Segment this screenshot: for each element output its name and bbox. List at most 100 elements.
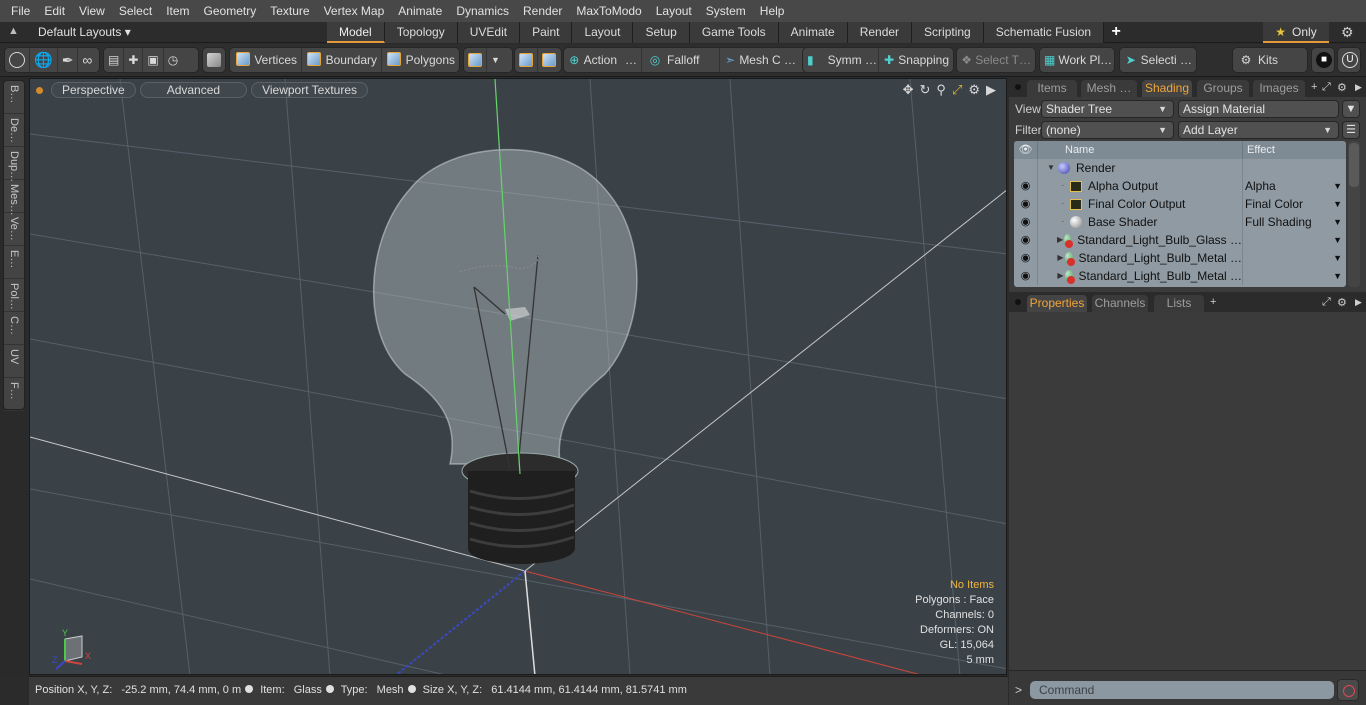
menu-item[interactable]: Item <box>159 0 196 22</box>
left-tool-tab[interactable]: Pol… <box>4 279 24 312</box>
visibility-eye-icon[interactable] <box>1014 159 1038 177</box>
shader-tree-row[interactable]: ◉ · Base Shader Full Shading ▼ <box>1014 213 1346 231</box>
add-layout-tab-button[interactable]: + <box>1104 22 1128 43</box>
effect-dropdown[interactable]: ▼ <box>1243 231 1346 249</box>
viewport-gear-icon[interactable]: ⚙ <box>968 82 980 98</box>
action-center-button[interactable]: ⊕ Action… <box>564 48 642 72</box>
menu-vertex-map[interactable]: Vertex Map <box>317 0 392 22</box>
effect-column-header[interactable]: Effect <box>1243 141 1275 159</box>
pan-icon[interactable]: ✥ <box>903 82 914 98</box>
left-tool-tab[interactable]: Ve… <box>4 213 24 246</box>
boundary-button[interactable]: Boundary <box>302 48 382 72</box>
shader-tree-row[interactable]: ◉ ▶ Standard_Light_Bulb_Metal … ▼ <box>1014 267 1346 285</box>
pen-button[interactable]: ✒ <box>58 48 79 72</box>
menu-select[interactable]: Select <box>112 0 159 22</box>
gear-icon[interactable]: ⚙ <box>1341 24 1354 41</box>
expand-icon[interactable]: ▶ <box>1056 249 1065 267</box>
layout-tab-model[interactable]: Model <box>327 22 385 43</box>
shader-tree-row[interactable]: ◉ · Final Color Output Final Color ▼ <box>1014 195 1346 213</box>
filter-funnel-button[interactable]: ▼ <box>1342 99 1360 118</box>
panel-gear-icon[interactable]: ⚙ <box>1337 81 1347 94</box>
visibility-eye-icon[interactable]: ◉ <box>1014 267 1038 285</box>
vertices-button[interactable]: Vertices <box>230 48 302 72</box>
local-transform-button[interactable] <box>538 48 560 72</box>
circle-select-button[interactable] <box>5 48 30 72</box>
effect-dropdown[interactable]: Full Shading ▼ <box>1243 213 1346 231</box>
unreal-button[interactable]: U <box>1338 48 1362 72</box>
left-tool-tab[interactable]: Mes… <box>4 180 24 216</box>
shader-tree-row[interactable]: ◉ · Alpha Output Alpha ▼ <box>1014 177 1346 195</box>
menu-animate[interactable]: Animate <box>391 0 449 22</box>
add-tab-icon[interactable]: + <box>1311 81 1317 93</box>
list-options-button[interactable]: ☰ <box>1342 120 1360 139</box>
effect-dropdown[interactable]: Final Color ▼ <box>1243 195 1346 213</box>
viewport-options-dot[interactable] <box>36 86 43 94</box>
panel-expand-icon[interactable]: ▶ <box>1355 297 1362 308</box>
expand-icon[interactable]: ▶ <box>1056 231 1064 249</box>
menu-dynamics[interactable]: Dynamics <box>449 0 516 22</box>
visibility-eye-icon[interactable]: ◉ <box>1014 249 1038 267</box>
layout-tab-topology[interactable]: Topology <box>384 22 458 43</box>
menu-system[interactable]: System <box>699 0 753 22</box>
effect-dropdown[interactable]: ▼ <box>1243 249 1346 267</box>
work-plane-button[interactable]: ▦ Work Pl… <box>1040 48 1114 72</box>
view-mode-button[interactable]: Perspective <box>51 82 136 98</box>
menu-geometry[interactable]: Geometry <box>197 0 264 22</box>
snapping-button[interactable]: ✚ Snapping <box>879 48 953 72</box>
effect-dropdown[interactable]: ▼ <box>1243 267 1346 285</box>
layout-tab-scripting[interactable]: Scripting <box>912 22 984 43</box>
sphere-button[interactable]: 🌐 <box>30 48 58 72</box>
polygons-button[interactable]: Polygons <box>382 48 459 72</box>
left-tool-tab[interactable]: UV <box>4 345 24 378</box>
symmetry-button[interactable]: ▮ Symm … <box>803 48 879 72</box>
expand-icon[interactable]: ▶ <box>1056 267 1065 285</box>
tab-groups[interactable]: Groups <box>1197 80 1249 97</box>
mesh-constraints-button[interactable]: ➣ Mesh C … <box>720 48 800 72</box>
expand-right-icon[interactable]: ▶ <box>986 82 996 98</box>
effect-dropdown[interactable]: Alpha ▼ <box>1243 177 1346 195</box>
tab-properties[interactable]: Properties <box>1027 295 1087 312</box>
shader-tree-row[interactable]: ▼ Render <box>1014 159 1346 177</box>
visibility-eye-icon[interactable]: ◉ <box>1014 231 1038 249</box>
shader-tree-scrollbar[interactable] <box>1348 141 1360 287</box>
maximize-icon[interactable]: ⤢ <box>952 82 962 98</box>
selection-sets-button[interactable]: ➤ Selecti … <box>1120 48 1196 72</box>
layout-tab-render[interactable]: Render <box>847 22 913 43</box>
material-mode-button[interactable] <box>464 48 487 72</box>
view-dropdown[interactable]: Shader Tree ▼ <box>1041 99 1174 118</box>
record-macro-button[interactable] <box>1337 679 1359 701</box>
unity-button[interactable]: ■ <box>1312 48 1336 72</box>
menu-layout[interactable]: Layout <box>649 0 699 22</box>
filter-dropdown[interactable]: (none) ▼ <box>1041 120 1174 139</box>
menu-maxtomodo[interactable]: MaxToModo <box>569 0 648 22</box>
viewport-textures-button[interactable]: Viewport Textures <box>251 82 369 98</box>
menu-file[interactable]: File <box>4 0 37 22</box>
cross-button[interactable]: ✚ <box>124 48 144 72</box>
tab-channels[interactable]: Channels <box>1092 295 1148 312</box>
command-input[interactable]: Command <box>1030 681 1334 699</box>
panel-gear-icon[interactable]: ⚙ <box>1337 296 1347 309</box>
collapse-up-icon[interactable]: ▲ <box>8 25 19 37</box>
kits-button[interactable]: ⚙ Kits <box>1233 48 1307 72</box>
visibility-eye-icon[interactable]: ◉ <box>1014 213 1038 231</box>
layout-tab-setup[interactable]: Setup <box>633 22 690 43</box>
layout-tab-game-tools[interactable]: Game Tools <box>689 22 779 43</box>
panel-expand-icon[interactable]: ▶ <box>1355 82 1362 93</box>
tab-items[interactable]: Items <box>1027 80 1077 97</box>
frame-button[interactable]: ▣ <box>143 48 164 72</box>
falloff-button[interactable]: ◎ Falloff <box>642 48 720 72</box>
zoom-icon[interactable]: ⚲ <box>936 82 946 98</box>
visibility-eye-icon[interactable]: ◉ <box>1014 177 1038 195</box>
layout-tab-uvedit[interactable]: UVEdit <box>457 22 521 43</box>
left-tool-tab[interactable]: E… <box>4 246 24 279</box>
menu-edit[interactable]: Edit <box>37 0 72 22</box>
tab-lists[interactable]: Lists <box>1154 295 1204 312</box>
layout-tab-layout[interactable]: Layout <box>572 22 634 43</box>
left-tool-tab[interactable]: B… <box>4 81 24 114</box>
scrollbar-thumb[interactable] <box>1349 143 1359 187</box>
menu-help[interactable]: Help <box>753 0 792 22</box>
clock-button[interactable]: ◷ <box>164 48 182 72</box>
bend-button[interactable]: ∞ <box>78 48 96 72</box>
layout-tab-animate[interactable]: Animate <box>778 22 848 43</box>
mode-dropdown[interactable]: ▼ <box>487 48 504 72</box>
